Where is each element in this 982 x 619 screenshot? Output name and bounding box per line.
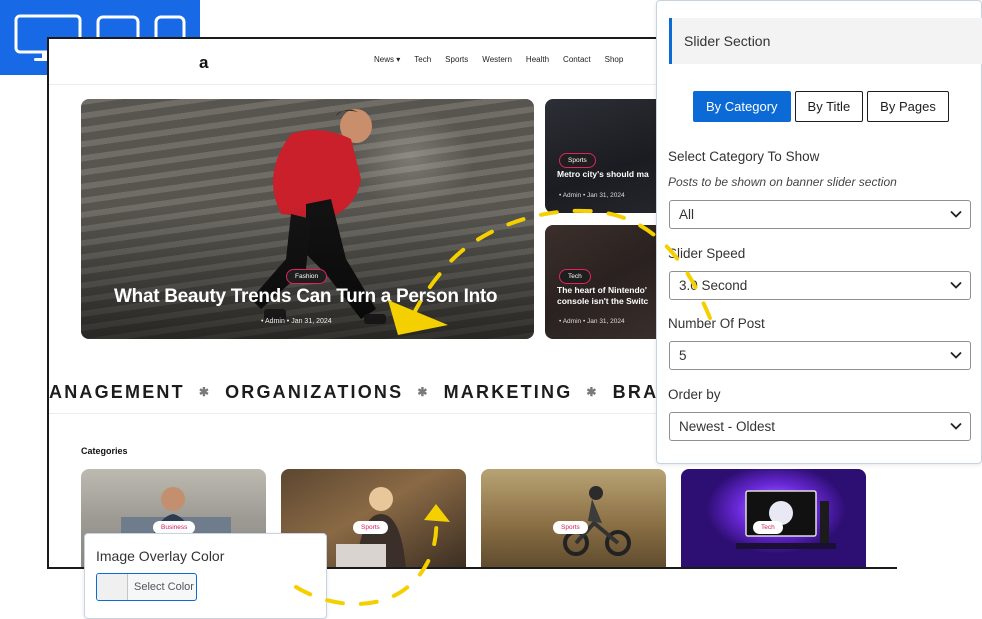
category-card[interactable]: Sports xyxy=(481,469,666,567)
hero-slide[interactable]: Fashion What Beauty Trends Can Turn a Pe… xyxy=(81,99,534,339)
chevron-down-icon xyxy=(950,422,962,430)
number-of-post-label: Number Of Post xyxy=(668,316,765,331)
side-post-card[interactable]: Tech The heart of Nintendo' console isn'… xyxy=(545,225,665,339)
nav-item-tech[interactable]: Tech xyxy=(414,55,431,64)
slider-speed-select[interactable]: 3.0 Second xyxy=(669,271,971,300)
ticker-separator-icon: ✱ xyxy=(417,385,430,399)
nav-item-shop[interactable]: Shop xyxy=(605,55,624,64)
side-post-meta: • Admin • Jan 31, 2024 xyxy=(559,192,625,199)
category-select[interactable]: All xyxy=(669,200,971,229)
ticker-separator-icon: ✱ xyxy=(586,385,599,399)
order-by-select[interactable]: Newest - Oldest xyxy=(669,412,971,441)
select-color-button[interactable]: Select Color xyxy=(96,573,197,601)
nav-item-health[interactable]: Health xyxy=(526,55,549,64)
chevron-down-icon xyxy=(950,210,962,218)
tab-by-category[interactable]: By Category xyxy=(693,91,791,122)
slider-speed-label: Slider Speed xyxy=(668,246,746,261)
ticker-item: ANAGEMENT xyxy=(49,382,185,402)
slider-section-panel: Slider Section By Category By Title By P… xyxy=(656,0,982,464)
ticker-item: ORGANIZATIONS xyxy=(225,382,404,402)
slider-speed-value: 3.0 Second xyxy=(679,278,748,293)
side-post-title[interactable]: Metro city's should ma xyxy=(557,169,649,180)
site-logo[interactable]: a xyxy=(199,53,208,73)
image-overlay-color-card: Image Overlay Color Select Color xyxy=(84,533,327,619)
hero-meta: • Admin • Jan 31, 2024 xyxy=(261,318,332,325)
filter-tabs: By Category By Title By Pages xyxy=(693,91,949,122)
categories-heading: Categories xyxy=(81,446,128,456)
ticker-separator-icon: ✱ xyxy=(198,385,212,399)
side-post-category-tag[interactable]: Tech xyxy=(559,269,591,284)
ticker-marquee: ANAGEMENT ✱ ORGANIZATIONS ✱ MARKETING ✱ BRANDI xyxy=(49,382,696,403)
nav-item-western[interactable]: Western xyxy=(482,55,512,64)
side-post-title-line-1[interactable]: The heart of Nintendo' xyxy=(557,285,647,296)
tab-by-pages[interactable]: By Pages xyxy=(867,91,949,122)
number-of-post-select[interactable]: 5 xyxy=(669,341,971,370)
color-swatch xyxy=(97,574,128,600)
side-post-title-line-2[interactable]: console isn't the Switc xyxy=(557,296,648,307)
site-nav: News ▾ Tech Sports Western Health Contac… xyxy=(374,55,623,64)
chevron-down-icon xyxy=(950,281,962,289)
number-of-post-value: 5 xyxy=(679,348,687,363)
side-post-card[interactable]: Sports Metro city's should ma • Admin • … xyxy=(545,99,665,213)
category-select-value: All xyxy=(679,207,695,222)
hero-title[interactable]: What Beauty Trends Can Turn a Person Int… xyxy=(114,286,524,308)
select-color-label: Select Color xyxy=(134,581,194,593)
side-post-meta: • Admin • Jan 31, 2024 xyxy=(559,318,625,325)
nav-item-sports[interactable]: Sports xyxy=(445,55,468,64)
side-post-category-tag[interactable]: Sports xyxy=(559,153,596,168)
nav-item-contact[interactable]: Contact xyxy=(563,55,591,64)
hero-category-tag[interactable]: Fashion xyxy=(286,269,328,284)
nav-item-news[interactable]: News ▾ xyxy=(374,55,400,64)
tab-by-title[interactable]: By Title xyxy=(794,91,864,122)
order-by-label: Order by xyxy=(668,387,721,402)
order-by-value: Newest - Oldest xyxy=(679,419,776,434)
monitor-setup-image xyxy=(736,490,836,549)
category-card[interactable]: Tech xyxy=(681,469,866,567)
image-overlay-color-label: Image Overlay Color xyxy=(96,548,225,564)
category-tag[interactable]: Sports xyxy=(353,521,388,534)
chevron-down-icon xyxy=(950,351,962,359)
category-select-label: Select Category To Show xyxy=(668,149,820,164)
ticker-item: MARKETING xyxy=(443,382,573,402)
panel-header: Slider Section xyxy=(669,18,982,64)
category-select-description: Posts to be shown on banner slider secti… xyxy=(668,175,897,189)
panel-title: Slider Section xyxy=(684,33,771,49)
category-tag[interactable]: Tech xyxy=(753,521,783,534)
category-tag[interactable]: Sports xyxy=(553,521,588,534)
